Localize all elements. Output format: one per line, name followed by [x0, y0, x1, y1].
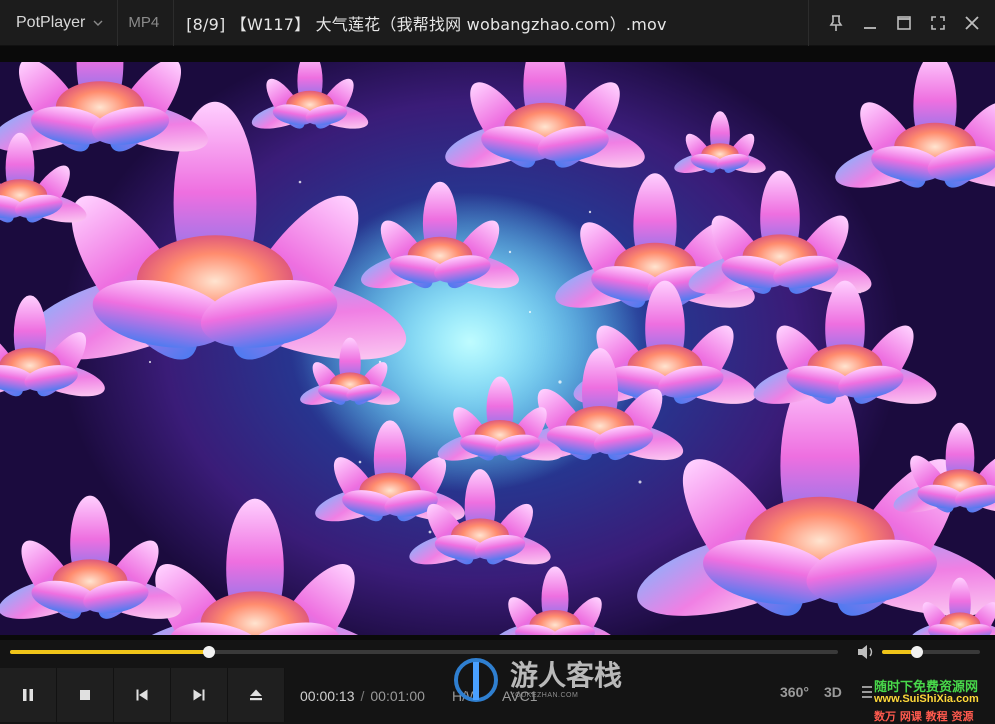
time-display: 00:00:13 / 00:01:00 — [300, 688, 425, 704]
maximize-button[interactable] — [887, 6, 921, 40]
maximize-icon — [897, 16, 911, 30]
volume-thumb[interactable] — [911, 646, 924, 658]
hw-codec-label[interactable]: H/W — [452, 688, 479, 704]
chevron-down-icon — [93, 20, 103, 26]
corner-watermark-url: www.SuiShiXia.com — [874, 693, 979, 705]
minimize-button[interactable] — [853, 6, 887, 40]
duration: 00:01:00 — [370, 688, 425, 704]
seek-progress — [10, 650, 209, 654]
vr-360-button[interactable]: 360° — [780, 684, 809, 700]
volume-icon[interactable] — [856, 644, 876, 660]
time-separator: / — [360, 688, 365, 704]
previous-button[interactable] — [114, 668, 171, 722]
app-name: PotPlayer — [16, 13, 86, 31]
playback-buttons — [0, 668, 285, 722]
stop-button[interactable] — [57, 668, 114, 722]
pin-icon — [829, 15, 843, 31]
menu-icon[interactable] — [862, 684, 872, 700]
volume-slider[interactable] — [882, 646, 980, 658]
close-icon — [965, 16, 979, 30]
next-button[interactable] — [171, 668, 228, 722]
pause-icon — [23, 689, 33, 701]
app-menu-button[interactable]: PotPlayer — [0, 0, 119, 46]
eject-icon — [250, 689, 262, 701]
divider — [808, 0, 809, 46]
fullscreen-icon — [931, 16, 945, 30]
window-controls — [808, 0, 995, 46]
video-codec-label[interactable]: AVC1 — [502, 688, 538, 704]
fullscreen-button[interactable] — [921, 6, 955, 40]
close-button[interactable] — [955, 6, 989, 40]
previous-icon — [136, 689, 148, 701]
title-bar: PotPlayer MP4 [8/9] 【W117】 大气莲花（我帮找网 wob… — [0, 0, 995, 46]
minimize-icon — [864, 27, 876, 29]
3d-button[interactable]: 3D — [824, 684, 842, 700]
corner-watermark-subtitle: 数万 网课 教程 资源 — [874, 710, 974, 723]
pin-button[interactable] — [819, 6, 853, 40]
video-frame[interactable] — [0, 62, 995, 635]
next-icon — [193, 689, 205, 701]
seek-thumb[interactable] — [202, 646, 215, 658]
stop-icon — [80, 690, 90, 700]
file-title: [8/9] 【W117】 大气莲花（我帮找网 wobangzhao.com）.m… — [186, 14, 667, 34]
seek-bar[interactable] — [10, 646, 838, 658]
control-bar: 00:00:13 / 00:01:00 H/W AVC1 游人客栈 YOUKEZHA… — [0, 640, 995, 724]
current-time: 00:00:13 — [300, 688, 355, 704]
corner-watermark-title: 随时下免费资源网 — [874, 680, 979, 695]
corner-watermark: 随时下免费资源网 www.SuiShiXia.com 数万 网课 教程 资源 — [872, 676, 995, 724]
pause-button[interactable] — [0, 668, 57, 722]
format-label: MP4 — [118, 0, 175, 46]
lotus-video-image — [0, 62, 995, 635]
center-watermark: 游人客栈 YOUKEZHAN.COM — [452, 654, 642, 708]
eject-button[interactable] — [228, 668, 285, 722]
